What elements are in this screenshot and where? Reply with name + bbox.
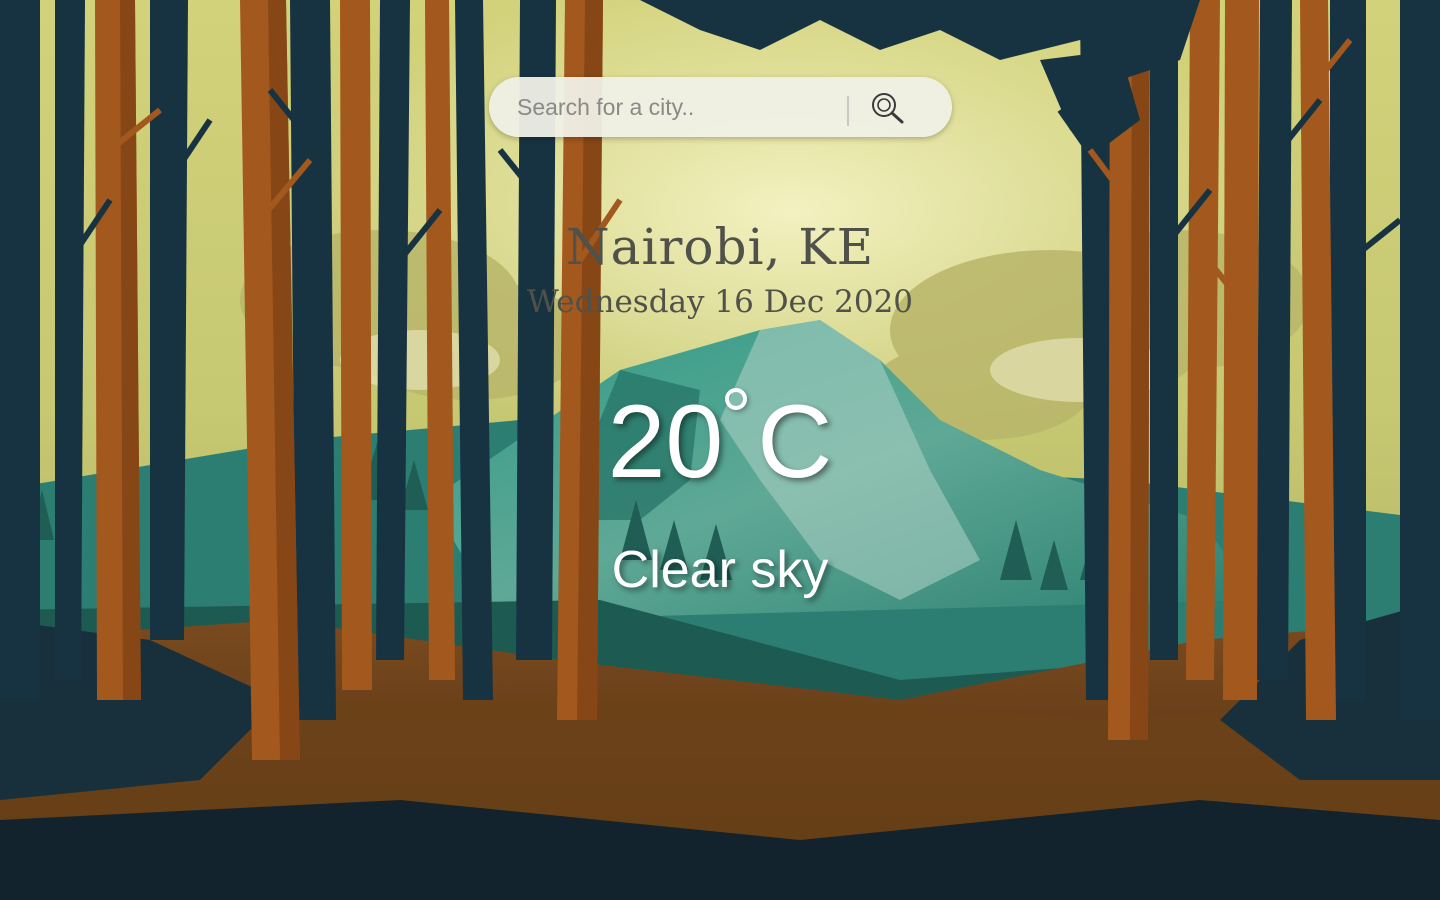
- temperature-unit: C: [757, 384, 833, 500]
- current-date: Wednesday 16 Dec 2020: [526, 284, 914, 320]
- search-input[interactable]: [517, 89, 837, 125]
- city-name: Nairobi, KE: [565, 218, 875, 276]
- search-icon: [872, 93, 904, 124]
- temperature-value: 20: [607, 384, 724, 500]
- degree-symbol: [725, 388, 748, 410]
- weather-description: Clear sky: [611, 541, 829, 599]
- search-bar: [489, 77, 952, 137]
- search-button[interactable]: [869, 91, 911, 125]
- temperature: 20 C: [0, 380, 1440, 505]
- search-divider: [847, 96, 849, 126]
